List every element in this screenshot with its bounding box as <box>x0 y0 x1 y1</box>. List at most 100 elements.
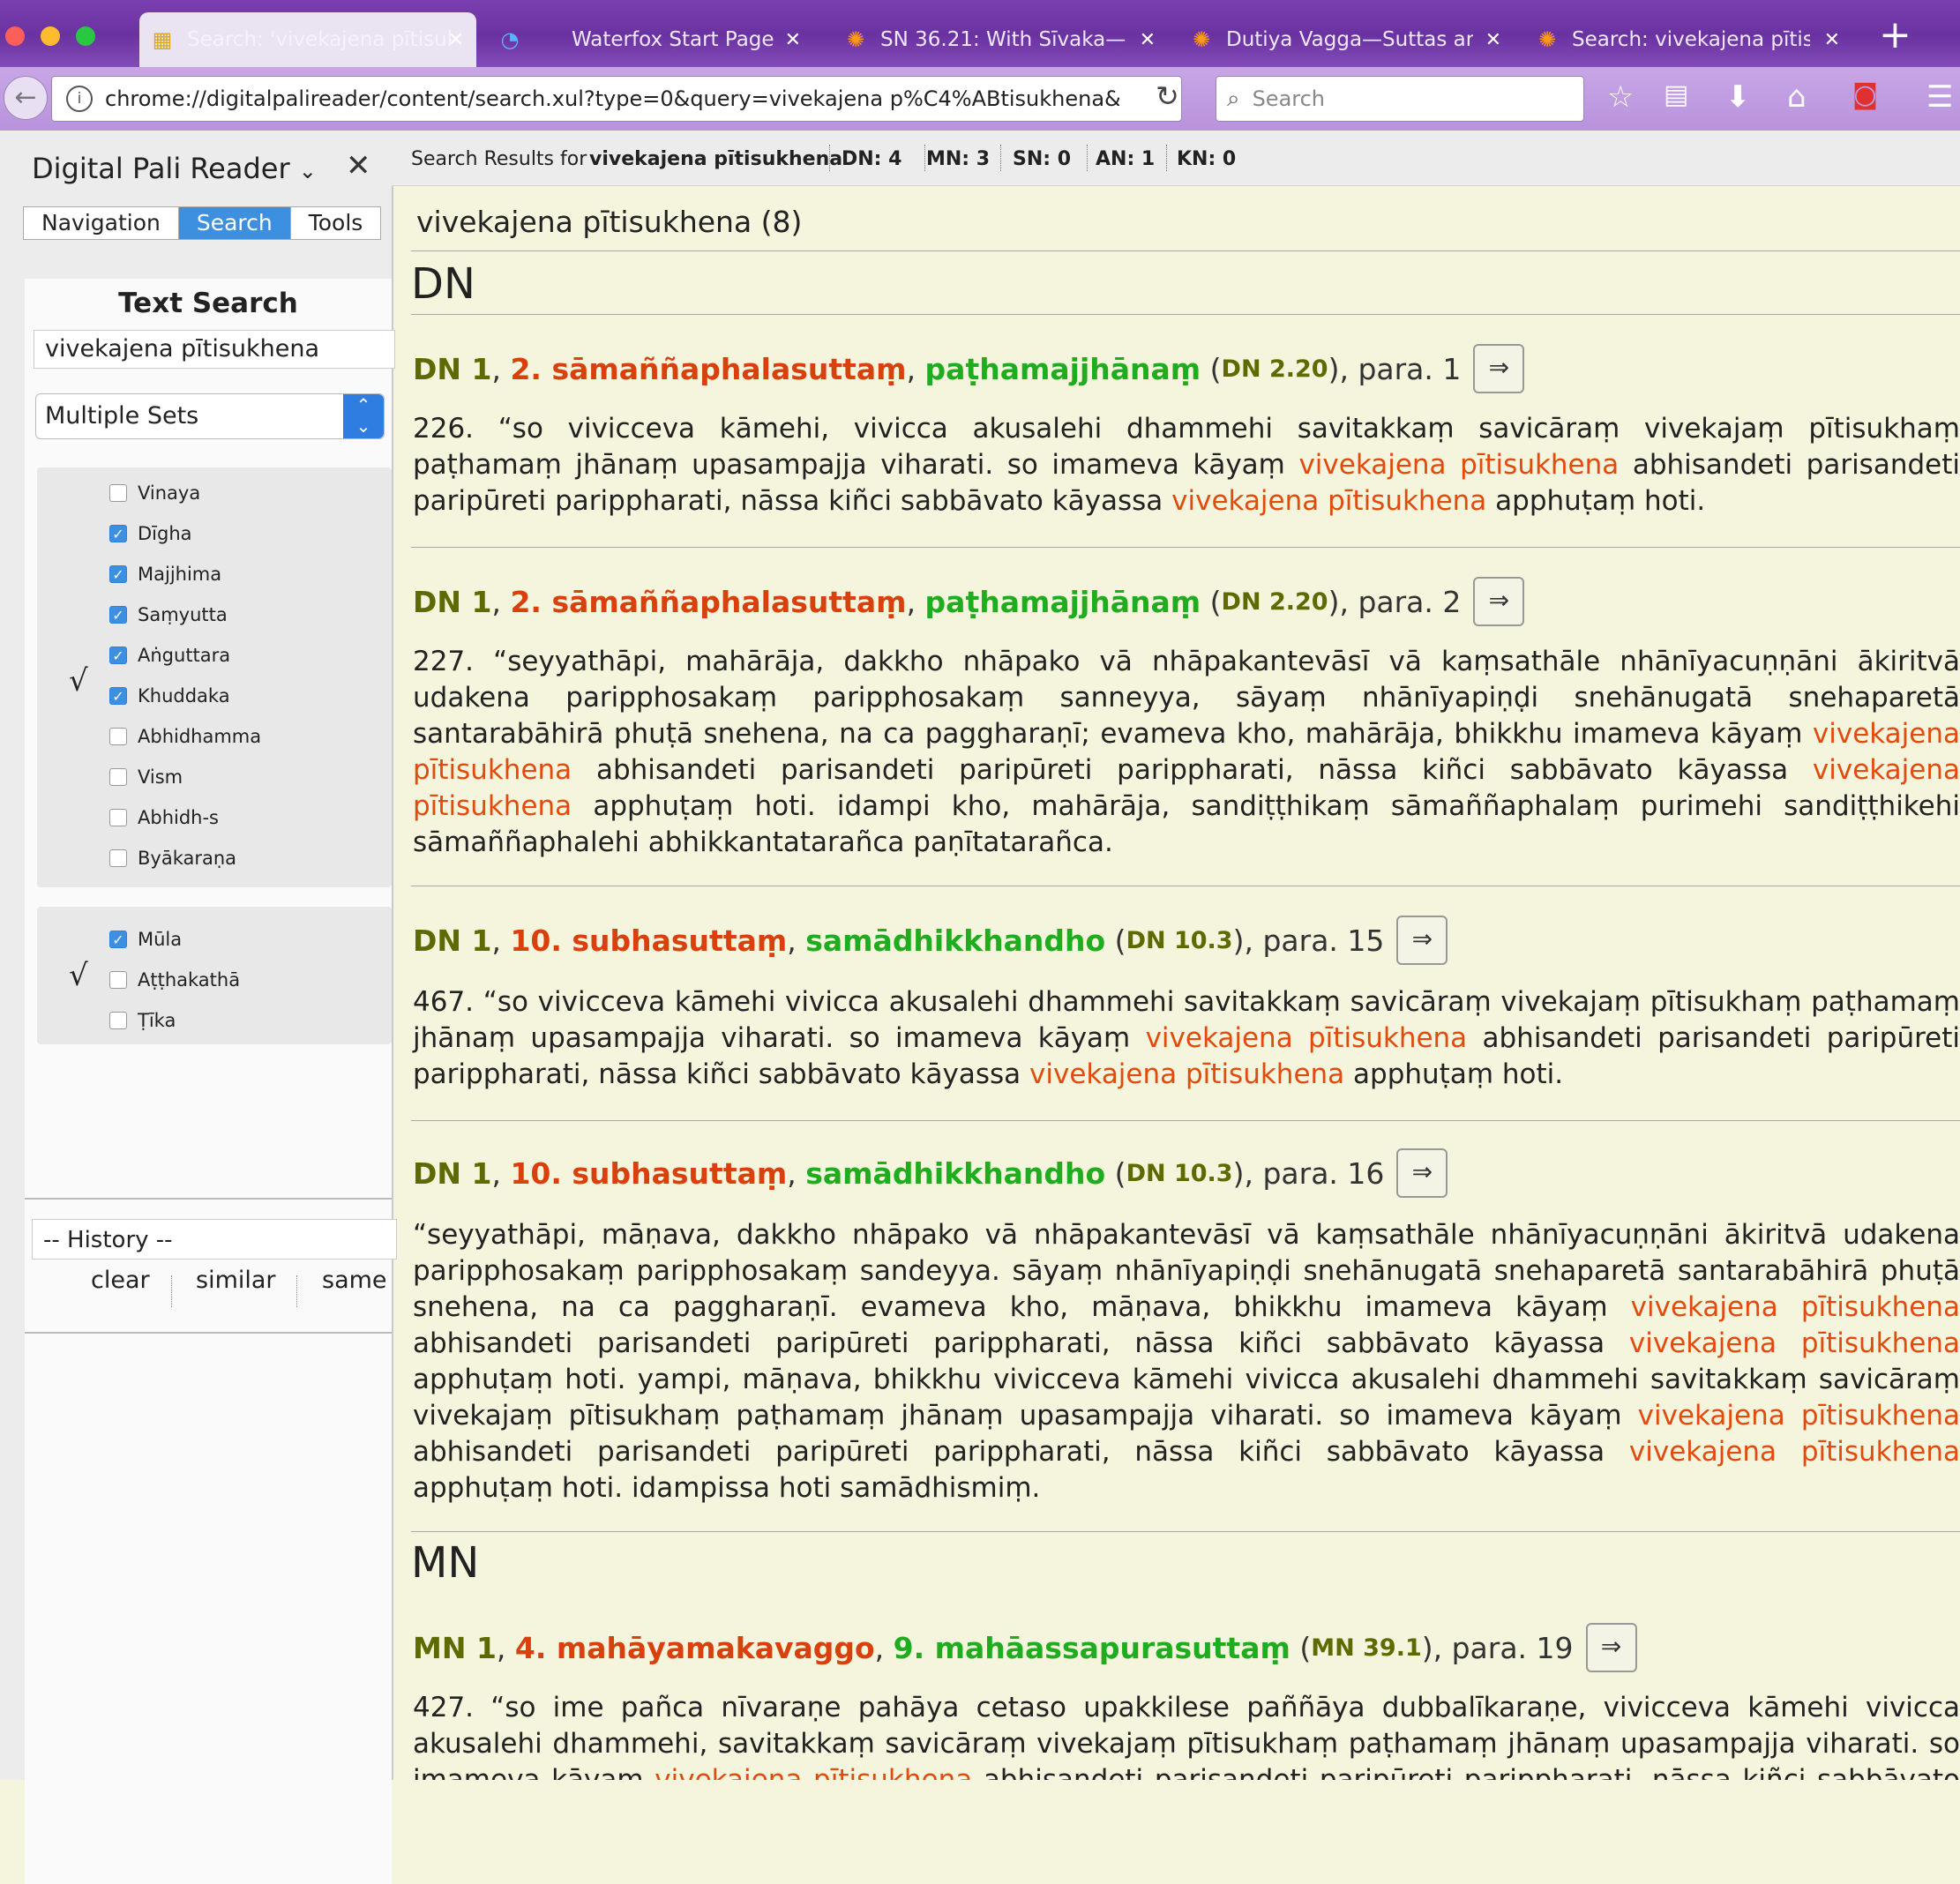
info-icon[interactable]: i <box>66 86 93 112</box>
result-text-segment: apphuṭaṃ hoti. <box>1344 1058 1564 1090</box>
tab-search-active[interactable]: ▦ Search: 'vivekajena pītisukhena' ✕ <box>139 12 476 67</box>
tab-close-icon[interactable]: ✕ <box>1140 29 1156 51</box>
reload-icon[interactable]: ↻ <box>1156 79 1179 113</box>
checkbox-atthakatha[interactable]: Aṭṭhakathā <box>109 967 240 993</box>
go-to-result-button[interactable]: ⇒ <box>1585 1623 1637 1672</box>
maximize-window-button[interactable] <box>76 26 95 46</box>
result-section[interactable]: 9. mahāassapurasuttaṃ <box>894 1631 1290 1665</box>
tab-search[interactable]: Search <box>178 207 291 239</box>
download-icon[interactable]: ⬇ <box>1725 79 1751 115</box>
back-icon[interactable]: ← <box>4 76 48 120</box>
checkbox[interactable] <box>109 484 127 502</box>
reader-icon[interactable]: ▤ <box>1664 79 1688 110</box>
count-sn[interactable]: SN: 0 <box>1013 148 1071 170</box>
tab-sn-36-21[interactable]: ✺ SN 36.21: With Sīvaka—Bhikkhu Bodhi ✕ <box>833 12 1168 67</box>
result-sutta[interactable]: 2. sāmaññaphalasuttaṃ <box>510 352 906 386</box>
checkbox-anguttara[interactable]: ✓ Aṅguttara <box>109 642 230 669</box>
divider <box>1087 145 1088 171</box>
checkbox-digha[interactable]: ✓ Dīgha <box>109 520 192 547</box>
result-section[interactable]: samādhikkhandho <box>805 1156 1105 1191</box>
result-sutta[interactable]: 10. subhasuttaṃ <box>510 1156 787 1191</box>
checkbox[interactable] <box>109 768 127 786</box>
result-section[interactable]: samādhikkhandho <box>805 923 1105 958</box>
checkbox-mula[interactable]: ✓ Mūla <box>109 926 182 953</box>
result-book[interactable]: MN 1 <box>413 1631 497 1665</box>
set-select[interactable]: Multiple Sets ⌃ ⌄ <box>35 393 385 439</box>
checkbox-tika[interactable]: Ṭīka <box>109 1007 176 1034</box>
go-to-result-button[interactable]: ⇒ <box>1396 1148 1448 1198</box>
count-dn[interactable]: DN: 4 <box>842 148 901 170</box>
checkbox[interactable] <box>109 849 127 867</box>
results-content: vivekajena pītisukhena (8) DN DN 1, 2. s… <box>392 185 1960 1780</box>
tab-close-icon[interactable]: ✕ <box>1824 29 1840 51</box>
tab-close-icon[interactable]: ✕ <box>448 29 464 51</box>
checkbox[interactable]: ✓ <box>109 525 127 542</box>
clear-button[interactable]: clear <box>91 1267 150 1294</box>
url-bar[interactable]: i chrome://digitalpalireader/content/sea… <box>51 76 1182 122</box>
waterfox-favicon-icon: ◔ <box>500 27 520 52</box>
count-an[interactable]: AN: 1 <box>1096 148 1155 170</box>
minimize-window-button[interactable] <box>41 26 60 46</box>
result-code: DN 2.20 <box>1221 587 1328 616</box>
tab-dutiya-vagga[interactable]: ✺ Dutiya Vagga—Suttas and Commentary ✕ <box>1178 12 1514 67</box>
count-mn[interactable]: MN: 3 <box>926 148 990 170</box>
count-kn[interactable]: KN: 0 <box>1177 148 1236 170</box>
sidebar-title[interactable]: Digital Pali Reader ⌄ <box>32 152 317 185</box>
checkbox[interactable] <box>109 809 127 826</box>
checkbox-majjhima[interactable]: ✓ Majjhima <box>109 561 221 587</box>
checkbox[interactable]: ✓ <box>109 565 127 583</box>
close-icon[interactable]: ✕ <box>346 148 371 183</box>
navigation-toolbar: ← i chrome://digitalpalireader/content/s… <box>0 67 1960 131</box>
checkbox[interactable] <box>109 728 127 745</box>
result-book[interactable]: DN 1 <box>413 923 491 958</box>
menu-icon[interactable]: ☰ <box>1926 79 1953 115</box>
checkbox-byakarana[interactable]: Byākaraṇa <box>109 845 236 871</box>
checkbox-vinaya[interactable]: Vinaya <box>109 480 200 506</box>
tab-close-icon[interactable]: ✕ <box>785 29 801 51</box>
close-window-button[interactable] <box>5 26 25 46</box>
similar-button[interactable]: similar <box>196 1267 276 1294</box>
tab-search-2[interactable]: ✺ Search: vivekajena pītisukhena ✕ <box>1524 12 1852 67</box>
search-input[interactable]: ⌕ Search <box>1216 76 1584 122</box>
result-section[interactable]: paṭhamajjhānaṃ <box>925 352 1201 386</box>
result-book[interactable]: DN 1 <box>413 352 491 386</box>
result-text-segment: abhisandeti parisandeti paripūreti parip… <box>413 1327 1629 1359</box>
checkbox[interactable] <box>109 1012 127 1029</box>
result-sutta[interactable]: 10. subhasuttaṃ <box>510 923 787 958</box>
star-icon[interactable]: ☆ <box>1607 79 1634 115</box>
result-book[interactable]: DN 1 <box>413 1156 491 1191</box>
same-button[interactable]: same <box>322 1267 387 1294</box>
history-select[interactable]: -- History -- <box>32 1219 397 1260</box>
home-icon[interactable]: ⌂ <box>1787 79 1807 115</box>
go-to-result-button[interactable]: ⇒ <box>1473 344 1525 393</box>
screenshot-icon[interactable]: ◙ <box>1852 79 1878 110</box>
tab-navigation[interactable]: Navigation <box>24 207 179 239</box>
checkbox[interactable]: ✓ <box>109 647 127 664</box>
checkbox[interactable] <box>109 971 127 989</box>
checkbox[interactable]: ✓ <box>109 606 127 624</box>
search-match-highlight: vivekajena pītisukhena <box>1029 1058 1345 1090</box>
result-sutta[interactable]: 4. mahāyamakavaggo <box>515 1631 875 1665</box>
new-tab-icon[interactable]: + <box>1879 12 1911 57</box>
result-section[interactable]: paṭhamajjhānaṃ <box>925 585 1201 619</box>
result-sutta[interactable]: 2. sāmaññaphalasuttaṃ <box>510 585 906 619</box>
go-to-result-button[interactable]: ⇒ <box>1473 577 1525 626</box>
divider <box>411 250 1960 251</box>
checkbox-vism[interactable]: Vism <box>109 764 183 790</box>
divider <box>25 1198 392 1200</box>
query-input[interactable]: vivekajena pītisukhena <box>34 330 395 369</box>
checkbox-khuddaka[interactable]: ✓ Khuddaka <box>109 683 230 709</box>
search-match-highlight: vivekajena pītisukhena <box>1298 449 1620 481</box>
tab-tools[interactable]: Tools <box>291 207 381 239</box>
results-query: vivekajena pītisukhena <box>589 148 843 170</box>
checkbox[interactable]: ✓ <box>109 931 127 948</box>
checkbox-samyutta[interactable]: ✓ Saṃyutta <box>109 602 228 628</box>
tab-waterfox-start[interactable]: ◔ Waterfox Start Page ✕ <box>487 12 813 67</box>
checkbox-abhidhamma[interactable]: Abhidhamma <box>109 723 261 750</box>
result-book[interactable]: DN 1 <box>413 585 491 619</box>
tab-close-icon[interactable]: ✕ <box>1485 29 1501 51</box>
checkbox-abhidh-s[interactable]: Abhidh-s <box>109 804 219 831</box>
checkbox[interactable]: ✓ <box>109 687 127 705</box>
divider <box>25 1332 392 1334</box>
go-to-result-button[interactable]: ⇒ <box>1396 916 1448 965</box>
